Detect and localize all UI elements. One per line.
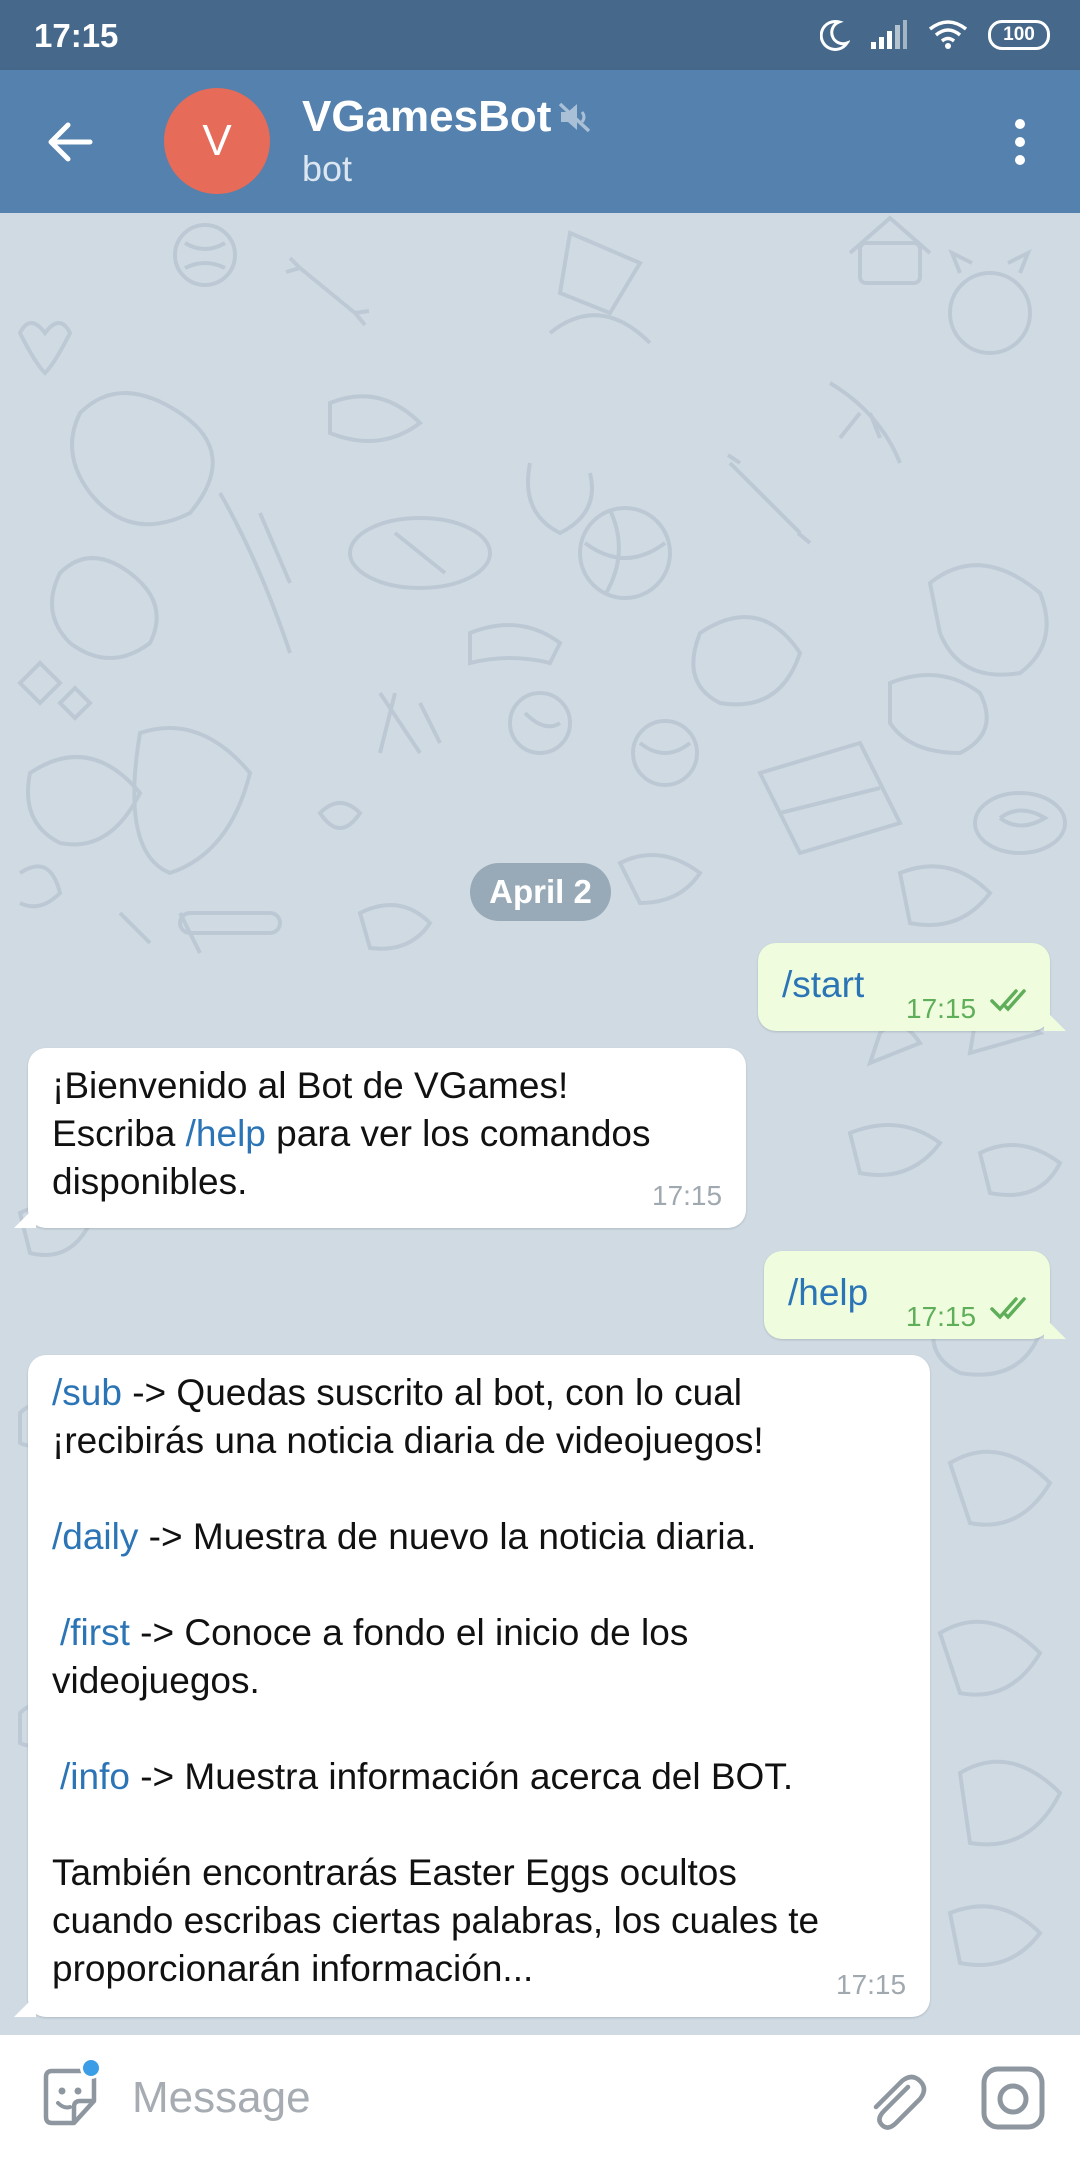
message-line: disponibles.	[52, 1161, 248, 1202]
help-command-link[interactable]: /help	[186, 1113, 266, 1154]
double-check-icon	[990, 989, 1026, 1012]
chat-area[interactable]: April 2 /start 17:15 ¡Bienvenido al Bot …	[0, 213, 1080, 2035]
status-time: 17:15	[34, 17, 119, 54]
signal-icon	[871, 20, 907, 49]
text-span: Escriba	[52, 1113, 186, 1154]
status-icons: 100	[820, 14, 1050, 56]
bubble-tail	[14, 1995, 36, 2017]
moon-icon	[820, 19, 850, 51]
chat-header: V VGamesBot bot	[0, 70, 1080, 213]
bubble-tail	[1044, 1317, 1066, 1339]
chat-subtitle: bot	[302, 148, 353, 189]
message-time: 17:15	[906, 993, 977, 1024]
message-input[interactable]	[132, 2065, 832, 2131]
info-command-link[interactable]: /info	[60, 1756, 130, 1797]
back-arrow-icon[interactable]	[40, 112, 100, 172]
message-text: /help	[788, 1272, 869, 1313]
message-text: ¡Bienvenido al Bot de VGames! Escriba /h…	[52, 1062, 650, 1206]
paperclip-icon[interactable]	[862, 2065, 928, 2131]
text-span: -> Muestra de nuevo la noticia diaria.	[138, 1516, 757, 1557]
bubble-tail	[1044, 1009, 1066, 1031]
paragraph-sub: /sub -> Quedas suscrito al bot, con lo c…	[52, 1369, 819, 1465]
battery-icon: 100	[988, 20, 1050, 50]
more-menu-icon[interactable]	[1000, 114, 1040, 170]
incoming-message-commands[interactable]: /sub -> Quedas suscrito al bot, con lo c…	[14, 1355, 930, 2017]
message-line: videojuegos.	[52, 1660, 260, 1701]
text-span: -> Quedas suscrito al bot, con lo cual	[121, 1372, 743, 1413]
daily-command-link[interactable]: /daily	[52, 1516, 138, 1557]
new-stickers-badge	[80, 2057, 102, 2079]
message-time: 17:15	[906, 1301, 977, 1332]
chat-title: VGamesBot	[302, 92, 552, 141]
paragraph-first: /first -> Conoce a fondo el inicio de lo…	[52, 1609, 819, 1705]
camera-icon[interactable]	[978, 2063, 1048, 2133]
muted-icon	[559, 102, 591, 133]
double-check-icon	[990, 1297, 1026, 1320]
paragraph-daily: /daily -> Muestra de nuevo la noticia di…	[52, 1513, 819, 1561]
message-input-bar	[0, 2035, 1080, 2160]
message-time: 17:15	[652, 1180, 723, 1211]
message-text: /sub -> Quedas suscrito al bot, con lo c…	[52, 1369, 819, 1993]
text-span: -> Conoce a fondo el inicio de los	[129, 1612, 689, 1653]
first-command-link[interactable]: /first	[60, 1612, 130, 1653]
message-time: 17:15	[836, 1969, 907, 2000]
message-line: Escriba /help para ver los comandos	[52, 1110, 650, 1158]
message-line: ¡Bienvenido al Bot de VGames!	[52, 1065, 569, 1106]
message-line: ¡recibirás una noticia diaria de videoju…	[52, 1420, 764, 1461]
chat-title-row[interactable]: VGamesBot	[302, 92, 593, 142]
message-text: /start	[782, 964, 865, 1005]
paragraph-info: /info -> Muestra información acerca del …	[52, 1753, 819, 1801]
outgoing-message-start[interactable]: /start 17:15	[758, 943, 1066, 1031]
avatar[interactable]: V	[164, 88, 270, 194]
wifi-icon	[928, 20, 968, 49]
text-span: -> Muestra información acerca del BOT.	[129, 1756, 794, 1797]
date-separator: April 2	[470, 863, 611, 921]
sub-command-link[interactable]: /sub	[52, 1372, 122, 1413]
text-span: para ver los comandos	[265, 1113, 651, 1154]
message-line: cuando escribas ciertas palabras, los cu…	[52, 1900, 820, 1941]
outgoing-message-help[interactable]: /help 17:15	[764, 1251, 1066, 1339]
incoming-message-welcome[interactable]: ¡Bienvenido al Bot de VGames! Escriba /h…	[14, 1048, 746, 1228]
message-line: proporcionarán información...	[52, 1948, 534, 1989]
message-line: También encontrarás Easter Eggs ocultos	[52, 1852, 737, 1893]
bubble-tail	[14, 1206, 36, 1228]
paragraph-easter-eggs: También encontrarás Easter Eggs ocultos …	[52, 1849, 819, 1993]
status-bar: 17:15 100	[0, 0, 1080, 70]
